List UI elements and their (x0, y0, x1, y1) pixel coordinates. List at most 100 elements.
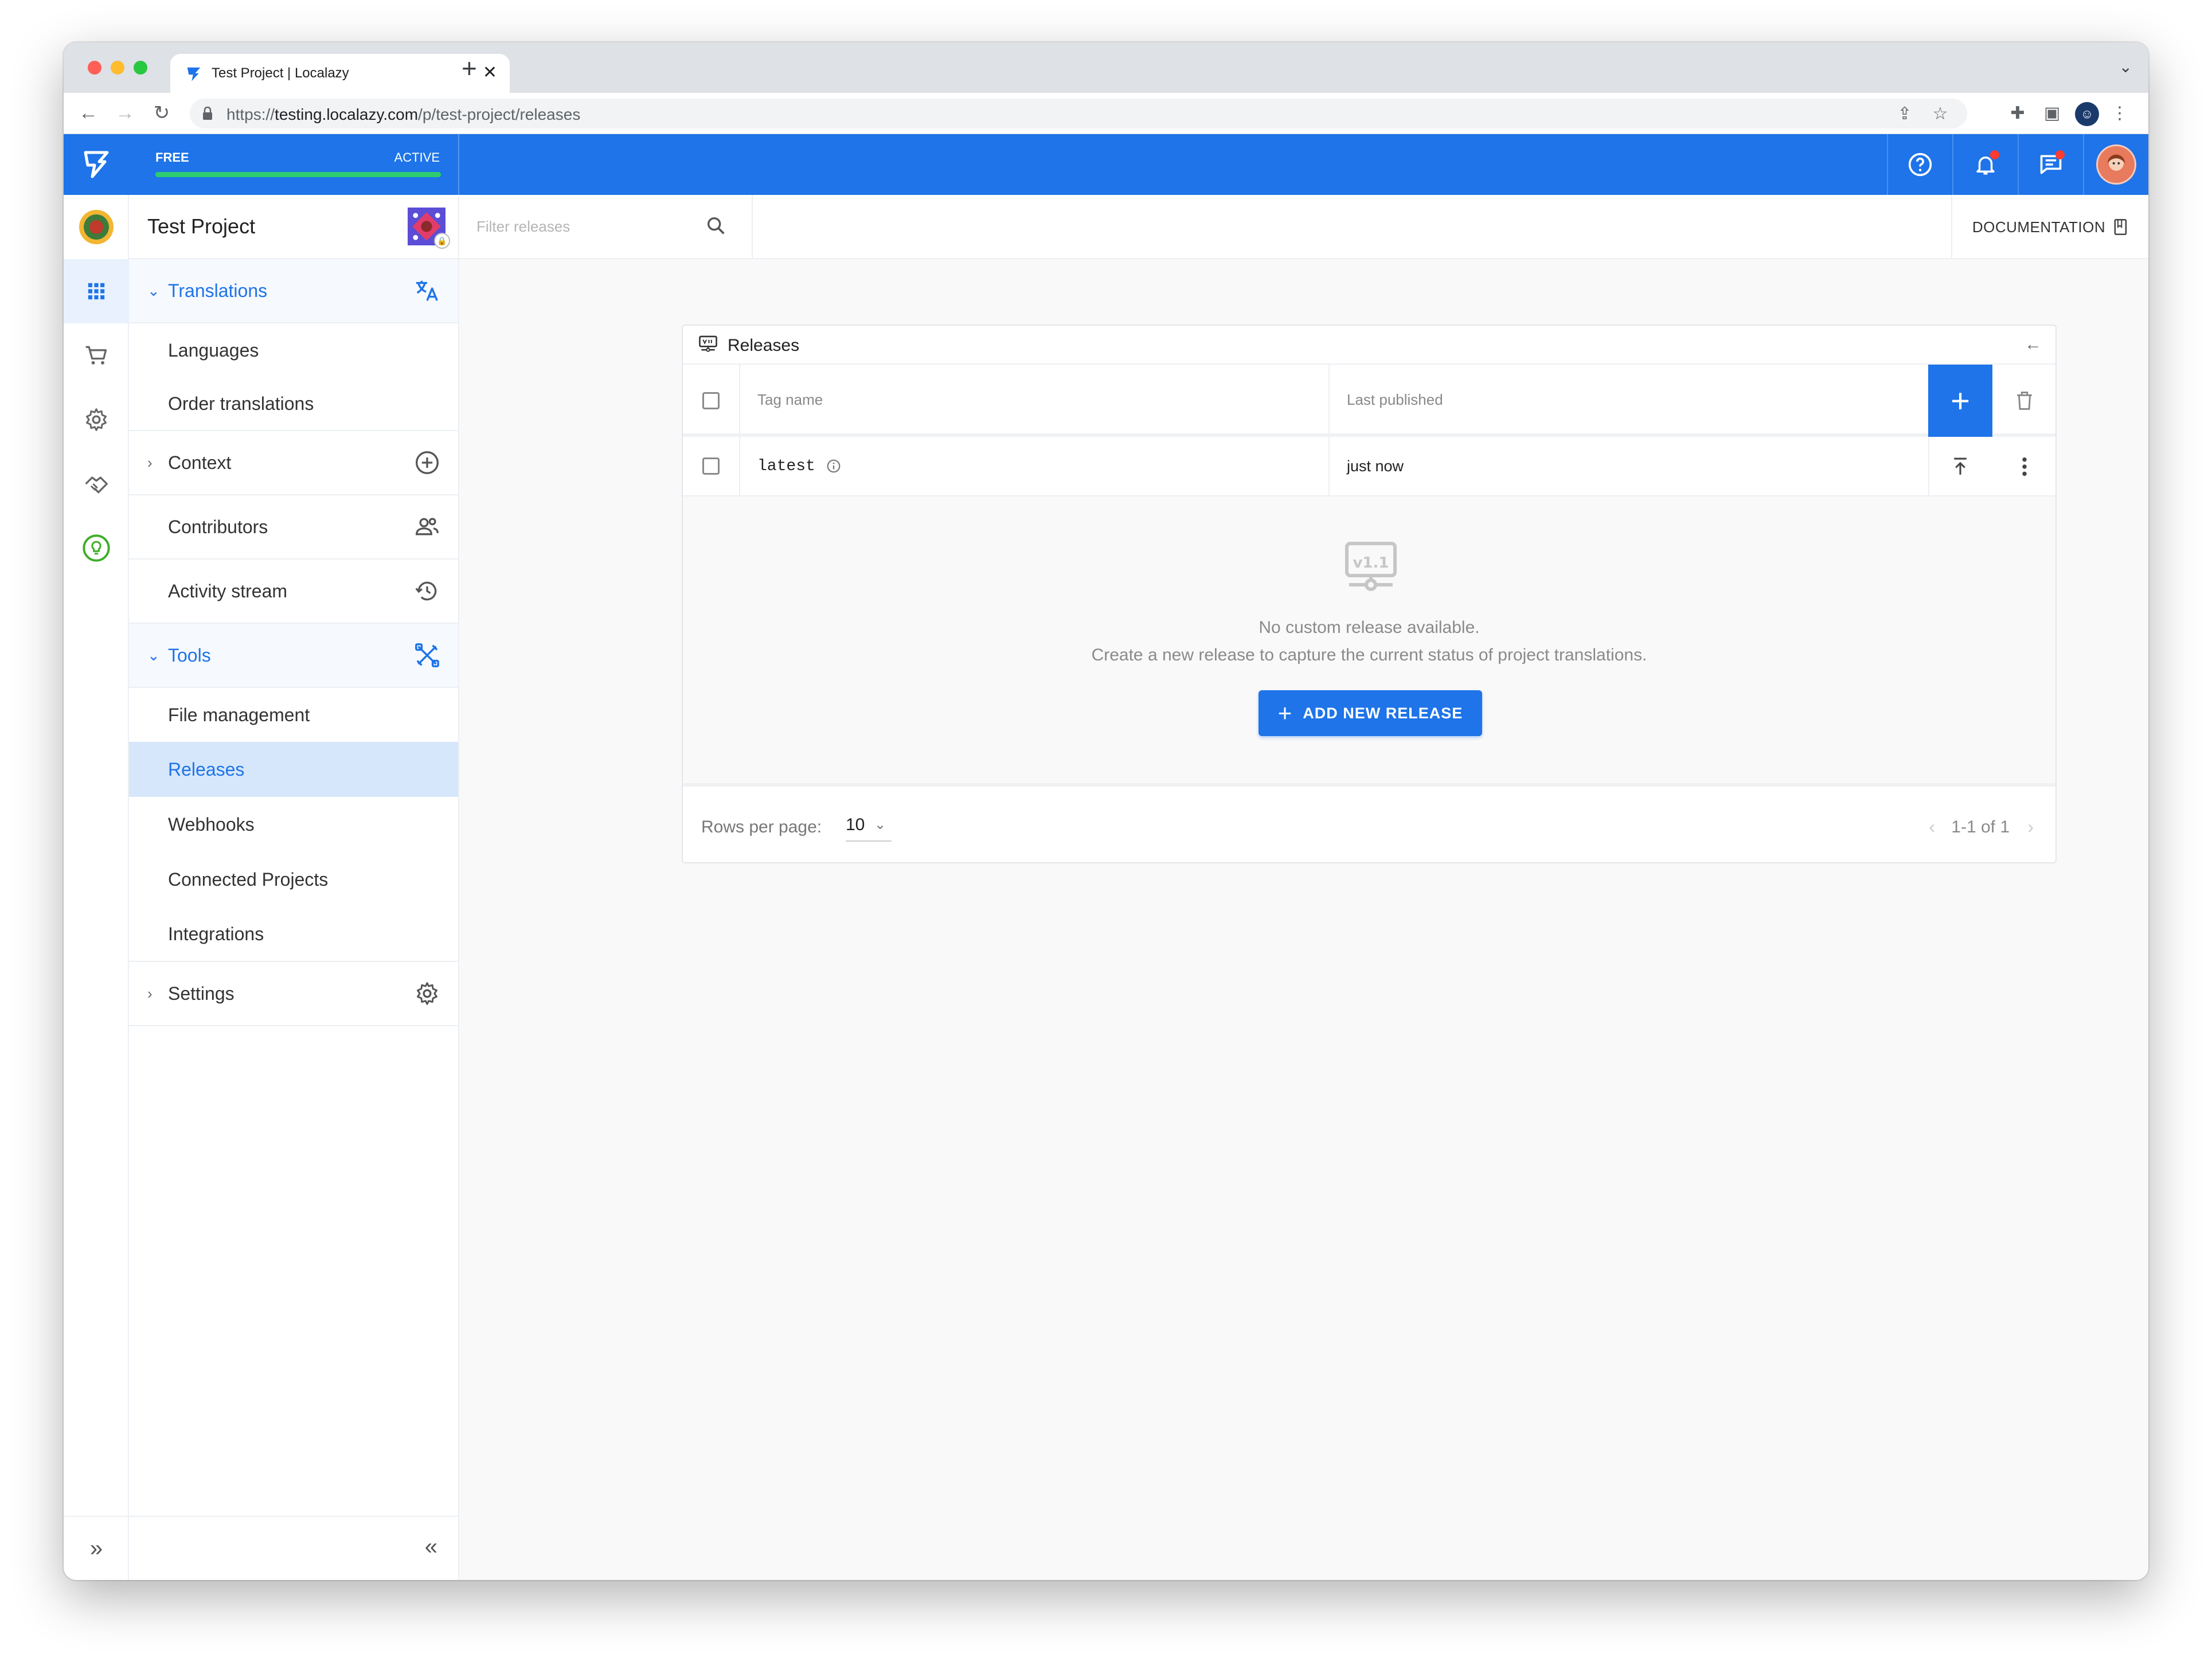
trash-icon (2017, 392, 2032, 410)
project-header[interactable]: Test Project 🔒 (129, 195, 458, 259)
filter-divider (752, 195, 753, 259)
rows-per-page-select[interactable]: 10 ⌄ (846, 815, 892, 842)
documentation-link[interactable]: DOCUMENTATION (1951, 195, 2148, 259)
nav-item-settings[interactable]: › Settings (129, 962, 458, 1026)
nav-label-languages: Languages (168, 339, 259, 361)
bookmark-star-icon[interactable]: ☆ (1930, 104, 1950, 124)
main-content: DOCUMENTATION Releases ← (459, 195, 2148, 1580)
share-icon[interactable]: ⇪ (1895, 104, 1914, 124)
previous-page-icon[interactable]: ‹ (1929, 816, 1935, 838)
nav-label-translations: Translations (168, 280, 268, 301)
side-panel-icon[interactable]: ▣ (2039, 101, 2065, 126)
notifications-button[interactable] (1952, 134, 2018, 195)
nav-item-contributors[interactable]: Contributors (129, 495, 458, 560)
delete-button[interactable] (1992, 365, 2055, 437)
address-bar[interactable]: https://testing.localazy.com/p/test-proj… (190, 99, 1967, 128)
row-more-button[interactable] (1992, 437, 2055, 496)
tab-search-chevron-icon[interactable]: ⌄ (2119, 57, 2132, 76)
column-divider (1328, 365, 1330, 433)
rail-ideas[interactable] (64, 516, 129, 580)
nav-label-order-translations: Order translations (168, 393, 314, 414)
chevron-right-icon: › (147, 984, 153, 1002)
tab-close-icon[interactable]: ✕ (483, 63, 497, 83)
column-header-tag-name[interactable]: Tag name (757, 391, 823, 409)
nav-item-file-management[interactable]: File management (129, 688, 458, 742)
nav-item-order-translations[interactable]: Order translations (129, 377, 458, 431)
add-new-release-button[interactable]: + ADD NEW RELEASE (1259, 690, 1482, 736)
extensions-puzzle-icon[interactable]: ✚ (2005, 101, 2030, 126)
nav-item-languages[interactable]: Languages (129, 323, 458, 377)
search-icon[interactable] (705, 214, 728, 237)
rail-partners[interactable] (64, 452, 129, 516)
nav-section-tools[interactable]: ⌄ Tools (129, 624, 458, 688)
user-face-icon (2107, 154, 2125, 171)
empty-title: No custom release available. (1259, 618, 1480, 637)
back-arrow-icon[interactable]: ← (2025, 335, 2042, 354)
info-icon[interactable] (826, 459, 841, 474)
filter-bar: DOCUMENTATION (459, 195, 2148, 259)
help-button[interactable] (1887, 134, 1952, 195)
browser-profile-avatar[interactable]: ☺ (2075, 102, 2099, 126)
column-header-last-published[interactable]: Last published (1347, 391, 1443, 409)
browser-menu-kebab-icon[interactable]: ⋮ (2107, 101, 2132, 126)
chevron-down-icon: ⌄ (147, 281, 160, 299)
new-tab-button[interactable]: + (462, 55, 477, 81)
more-vertical-icon (2022, 457, 2027, 476)
app-header: FREE ACTIVE (64, 134, 2148, 195)
close-window-button[interactable] (88, 61, 101, 75)
maximize-window-button[interactable] (134, 61, 147, 75)
nav-item-webhooks[interactable]: Webhooks (129, 797, 458, 852)
select-all-checkbox[interactable] (702, 392, 720, 409)
card-title: Releases (728, 336, 800, 355)
nav-item-releases[interactable]: Releases (129, 742, 458, 797)
expand-rail-button[interactable]: » (64, 1516, 129, 1580)
row-checkbox[interactable] (702, 457, 720, 475)
browser-window: Test Project | Localazy ✕ + ⌄ ← → ↻ http… (64, 42, 2148, 1580)
reload-icon[interactable]: ↻ (148, 100, 175, 126)
rail-settings[interactable] (64, 388, 129, 452)
column-divider (1328, 437, 1330, 495)
rows-per-page-label: Rows per page: (701, 818, 822, 836)
add-new-release-label: ADD NEW RELEASE (1303, 704, 1463, 722)
plan-usage-bar (155, 172, 441, 177)
browser-tab[interactable]: Test Project | Localazy ✕ (170, 54, 510, 93)
back-arrow-icon[interactable]: ← (75, 100, 101, 126)
collapse-sidebar-icon[interactable]: « (425, 1534, 437, 1560)
filter-releases-input[interactable] (476, 212, 729, 241)
nav-item-connected-projects[interactable]: Connected Projects (129, 852, 458, 907)
rail-shop[interactable] (64, 323, 129, 388)
nav-label-file-management: File management (168, 704, 310, 725)
forward-arrow-icon[interactable]: → (112, 100, 138, 126)
publish-button[interactable] (1928, 437, 1992, 496)
nav-item-activity-stream[interactable]: Activity stream (129, 560, 458, 624)
nav-item-context[interactable]: › Context (129, 431, 458, 495)
messages-button[interactable] (2018, 134, 2083, 195)
nav-label-context: Context (168, 452, 232, 473)
add-circle-icon[interactable] (413, 449, 441, 476)
history-icon (413, 577, 441, 605)
nav-label-connected-projects: Connected Projects (168, 869, 329, 890)
table-header: Tag name Last published + (683, 365, 2055, 437)
tab-title: Test Project | Localazy (212, 65, 349, 81)
empty-subtitle: Create a new release to capture the curr… (1091, 646, 1647, 664)
user-menu-button[interactable] (2083, 134, 2148, 195)
empty-icon-label: v1.1 (1353, 554, 1389, 572)
localazy-logo[interactable] (64, 134, 129, 195)
nav-section-translations[interactable]: ⌄ Translations (129, 259, 458, 323)
nav-item-integrations[interactable]: Integrations (129, 907, 458, 962)
page-range: 1-1 of 1 (1951, 818, 2010, 836)
org-avatar-button[interactable] (64, 195, 129, 259)
next-page-icon[interactable]: › (2027, 816, 2034, 838)
rail-projects[interactable] (64, 259, 129, 323)
add-release-button[interactable]: + (1928, 365, 1992, 437)
translate-icon (413, 277, 441, 304)
plan-status[interactable]: FREE ACTIVE (150, 134, 459, 195)
gear-icon (86, 408, 107, 431)
plan-name: FREE (155, 150, 189, 165)
rows-per-page-value: 10 (846, 815, 865, 834)
lock-icon (203, 107, 212, 120)
nav-label-settings: Settings (168, 983, 235, 1004)
table-row[interactable]: latest just now (683, 437, 2055, 496)
minimize-window-button[interactable] (111, 61, 124, 75)
messages-badge (2055, 150, 2065, 159)
